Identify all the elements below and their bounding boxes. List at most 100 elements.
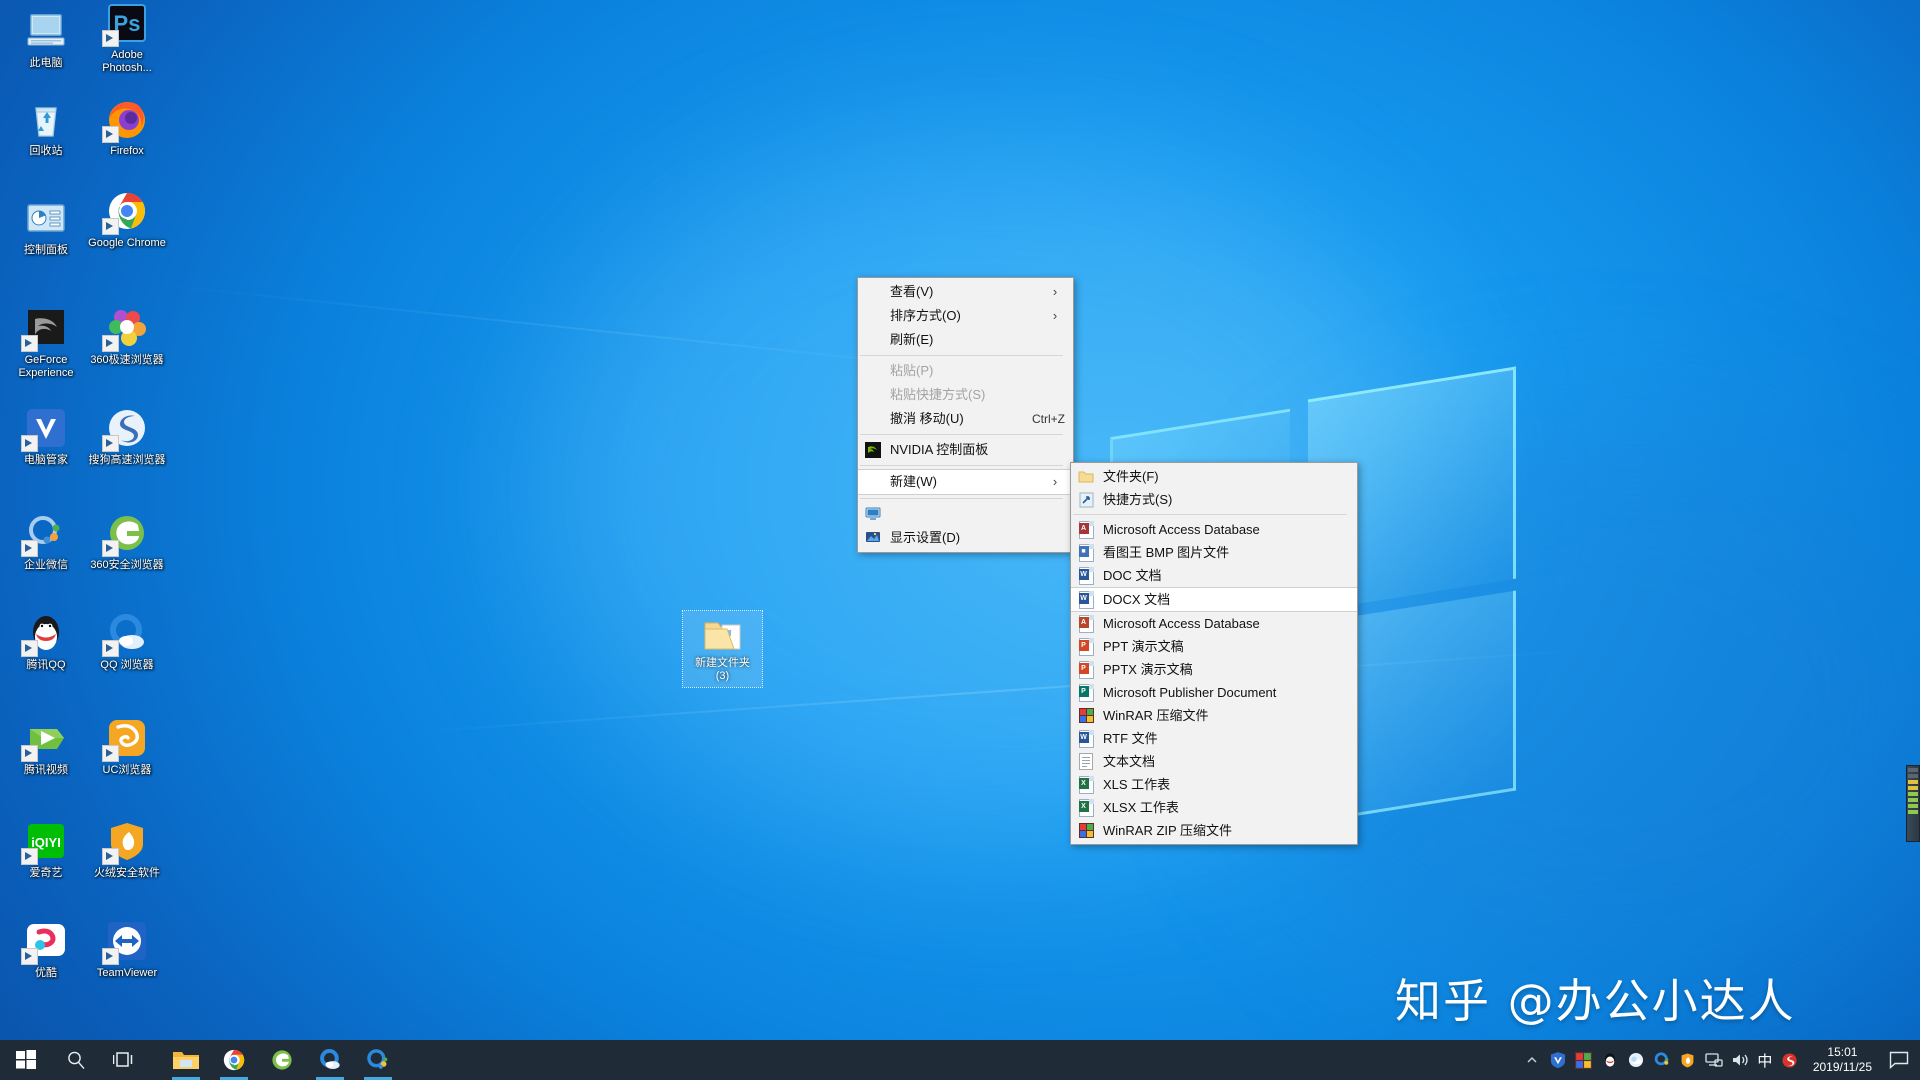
desktop-icon-uc-browser[interactable]: UC浏览器	[88, 715, 166, 777]
shortcut-overlay-icon	[102, 640, 119, 657]
desktop-icon-control-panel[interactable]: 控制面板	[7, 195, 85, 257]
submenu-item-shortcut[interactable]: 快捷方式(S)	[1071, 488, 1357, 511]
taskbar-qq-browser[interactable]	[306, 1040, 354, 1080]
zhihu-watermark: 知乎 @办公小达人	[1395, 974, 1796, 1028]
shortcut-overlay-icon	[102, 218, 119, 235]
shortcut-overlay-icon	[21, 745, 38, 762]
new-item-submenu[interactable]: 文件夹(F) 快捷方式(S) A Microsoft Access Databa…	[1070, 462, 1358, 845]
desktop-icon-label: 电脑管家	[24, 454, 68, 466]
desktop-icon-qq-browser[interactable]: QQ 浏览器	[88, 610, 166, 672]
winrar-tray-icon[interactable]	[1571, 1040, 1597, 1080]
desktop-icon-adobe-photoshop[interactable]: Ps Adobe Photosh...	[88, 0, 166, 75]
submenu-item-bmp-image[interactable]: ■ 看图王 BMP 图片文件	[1071, 541, 1357, 564]
text-document-icon	[1071, 750, 1101, 774]
submenu-item-ppt[interactable]: P PPT 演示文稿	[1071, 635, 1357, 658]
context-menu-item-display-settings[interactable]	[858, 502, 1073, 526]
context-menu-item-refresh[interactable]: 刷新(E)	[858, 328, 1073, 352]
desktop-icon-huorong-security[interactable]: 火绒安全软件	[88, 818, 166, 880]
sogou-browser-icon	[102, 405, 150, 452]
submenu-item-publisher[interactable]: P Microsoft Publisher Document	[1071, 681, 1357, 704]
desktop-icon-teamviewer[interactable]: TeamViewer	[88, 918, 166, 980]
desktop-icon-label: GeForce Experience	[18, 354, 74, 379]
taskbar-sogou-browser[interactable]	[354, 1040, 402, 1080]
gadget-bar	[1908, 804, 1918, 808]
submenu-item-xls[interactable]: X XLS 工作表	[1071, 773, 1357, 796]
volume-icon[interactable]	[1727, 1040, 1753, 1080]
this-pc-icon	[23, 8, 69, 54]
search-icon[interactable]	[52, 1040, 100, 1080]
menu-item-label: NVIDIA 控制面板	[890, 442, 989, 457]
desktop-icon-label: 腾讯视频	[24, 764, 68, 776]
menu-item-label: 撤消 移动(U)	[890, 411, 964, 426]
gadget-bar	[1908, 810, 1918, 814]
menu-icon-slot	[858, 280, 888, 304]
desktop-icon-360-safe-browser[interactable]: 360安全浏览器	[88, 510, 166, 572]
menu-icon-slot	[858, 407, 888, 431]
qq-browser-tray-icon[interactable]	[1649, 1040, 1675, 1080]
desktop-icon-label: QQ 浏览器	[100, 659, 154, 671]
desktop-icon-tencent-video[interactable]: 腾讯视频	[7, 715, 85, 777]
desktop-icon-sogou-browser[interactable]: 搜狗高速浏览器	[88, 405, 166, 467]
start-button[interactable]	[0, 1040, 52, 1080]
context-menu-item-view[interactable]: 查看(V) ›	[858, 280, 1073, 304]
weiyun-tray-icon[interactable]	[1623, 1040, 1649, 1080]
tencent-pc-manager-tray-icon[interactable]	[1545, 1040, 1571, 1080]
desktop-icon-tencent-pc-manager[interactable]: 电脑管家	[7, 405, 85, 467]
desktop-icon-recycle-bin[interactable]: 回收站	[7, 96, 85, 158]
taskbar[interactable]: 中 15:01 2019/11/25	[0, 1040, 1920, 1080]
desktop-icon-firefox[interactable]: Firefox	[88, 96, 166, 158]
submenu-item-access-database-2[interactable]: A Microsoft Access Database	[1071, 612, 1357, 635]
submenu-item-access-database[interactable]: A Microsoft Access Database	[1071, 518, 1357, 541]
geforce-experience-icon	[21, 305, 69, 352]
context-menu-item-nvidia-control-panel[interactable]: NVIDIA 控制面板	[858, 438, 1073, 462]
shortcut-overlay-icon	[102, 30, 119, 47]
context-menu-item-personalize[interactable]: 显示设置(D)	[858, 526, 1073, 550]
context-menu-item-new[interactable]: 新建(W) ›	[858, 469, 1073, 495]
submenu-item-label: WinRAR ZIP 压缩文件	[1103, 823, 1233, 838]
context-menu-item-undo-move[interactable]: 撤消 移动(U) Ctrl+Z	[858, 407, 1073, 431]
context-menu-item-sort-by[interactable]: 排序方式(O) ›	[858, 304, 1073, 328]
desktop-icon-label: 火绒安全软件	[94, 867, 160, 879]
tencent-qq-tray-icon[interactable]	[1597, 1040, 1623, 1080]
google-chrome-icon	[102, 188, 150, 235]
desktop-icon-youku[interactable]: 优酷	[7, 918, 85, 980]
screen-edge-gadget[interactable]	[1906, 765, 1920, 842]
desktop-item-new-folder[interactable]: 新建文件夹 (3)	[682, 610, 763, 688]
360-safe-browser-icon	[102, 510, 150, 557]
desktop-icon-360-speed-browser[interactable]: 360极速浏览器	[88, 305, 166, 367]
submenu-item-docx[interactable]: W DOCX 文档	[1071, 587, 1357, 612]
submenu-item-rtf[interactable]: W RTF 文件	[1071, 727, 1357, 750]
show-hidden-icons-chevron[interactable]	[1519, 1040, 1545, 1080]
taskbar-google-chrome[interactable]	[210, 1040, 258, 1080]
task-view-icon[interactable]	[100, 1040, 148, 1080]
sogou-input-icon[interactable]	[1777, 1040, 1803, 1080]
desktop-icon-geforce-experience[interactable]: GeForce Experience	[7, 305, 85, 380]
desktop-icon-this-pc[interactable]: 此电脑	[7, 8, 85, 70]
submenu-item-pptx[interactable]: P PPTX 演示文稿	[1071, 658, 1357, 681]
desktop-icon-tencent-qq[interactable]: 腾讯QQ	[7, 610, 85, 672]
taskbar-file-explorer[interactable]	[162, 1040, 210, 1080]
huorong-tray-icon[interactable]	[1675, 1040, 1701, 1080]
submenu-item-doc[interactable]: W DOC 文档	[1071, 564, 1357, 587]
desktop-icon-label: Firefox	[110, 145, 144, 157]
submenu-item-xlsx[interactable]: X XLSX 工作表	[1071, 796, 1357, 819]
submenu-item-folder[interactable]: 文件夹(F)	[1071, 465, 1357, 488]
ime-chinese-icon[interactable]: 中	[1753, 1040, 1777, 1080]
submenu-item-winrar-zip[interactable]: WinRAR ZIP 压缩文件	[1071, 819, 1357, 842]
submenu-item-text-document[interactable]: 文本文档	[1071, 750, 1357, 773]
folder-icon	[700, 615, 746, 655]
taskbar-360-safe-browser[interactable]	[258, 1040, 306, 1080]
context-menu-item-paste-shortcut: 粘贴快捷方式(S)	[858, 383, 1073, 407]
desktop-icon-iqiyi[interactable]: iQIYI 爱奇艺	[7, 818, 85, 880]
submenu-item-label: DOC 文档	[1103, 568, 1162, 583]
desktop-icon-wecom[interactable]: 企业微信	[7, 510, 85, 572]
network-icon[interactable]	[1701, 1040, 1727, 1080]
desktop-context-menu[interactable]: 查看(V) › 排序方式(O) › 刷新(E) 粘贴(P) 粘贴快捷方式(S) …	[857, 277, 1074, 553]
desktop-icon-google-chrome[interactable]: Google Chrome	[88, 188, 166, 250]
action-center-icon[interactable]	[1882, 1040, 1916, 1080]
taskbar-clock[interactable]: 15:01 2019/11/25	[1803, 1045, 1882, 1075]
submenu-item-label: Microsoft Publisher Document	[1103, 685, 1277, 700]
desktop-icon-label: 爱奇艺	[29, 867, 63, 879]
submenu-item-winrar-archive[interactable]: WinRAR 压缩文件	[1071, 704, 1357, 727]
desktop-icon-label: 控制面板	[24, 244, 68, 256]
